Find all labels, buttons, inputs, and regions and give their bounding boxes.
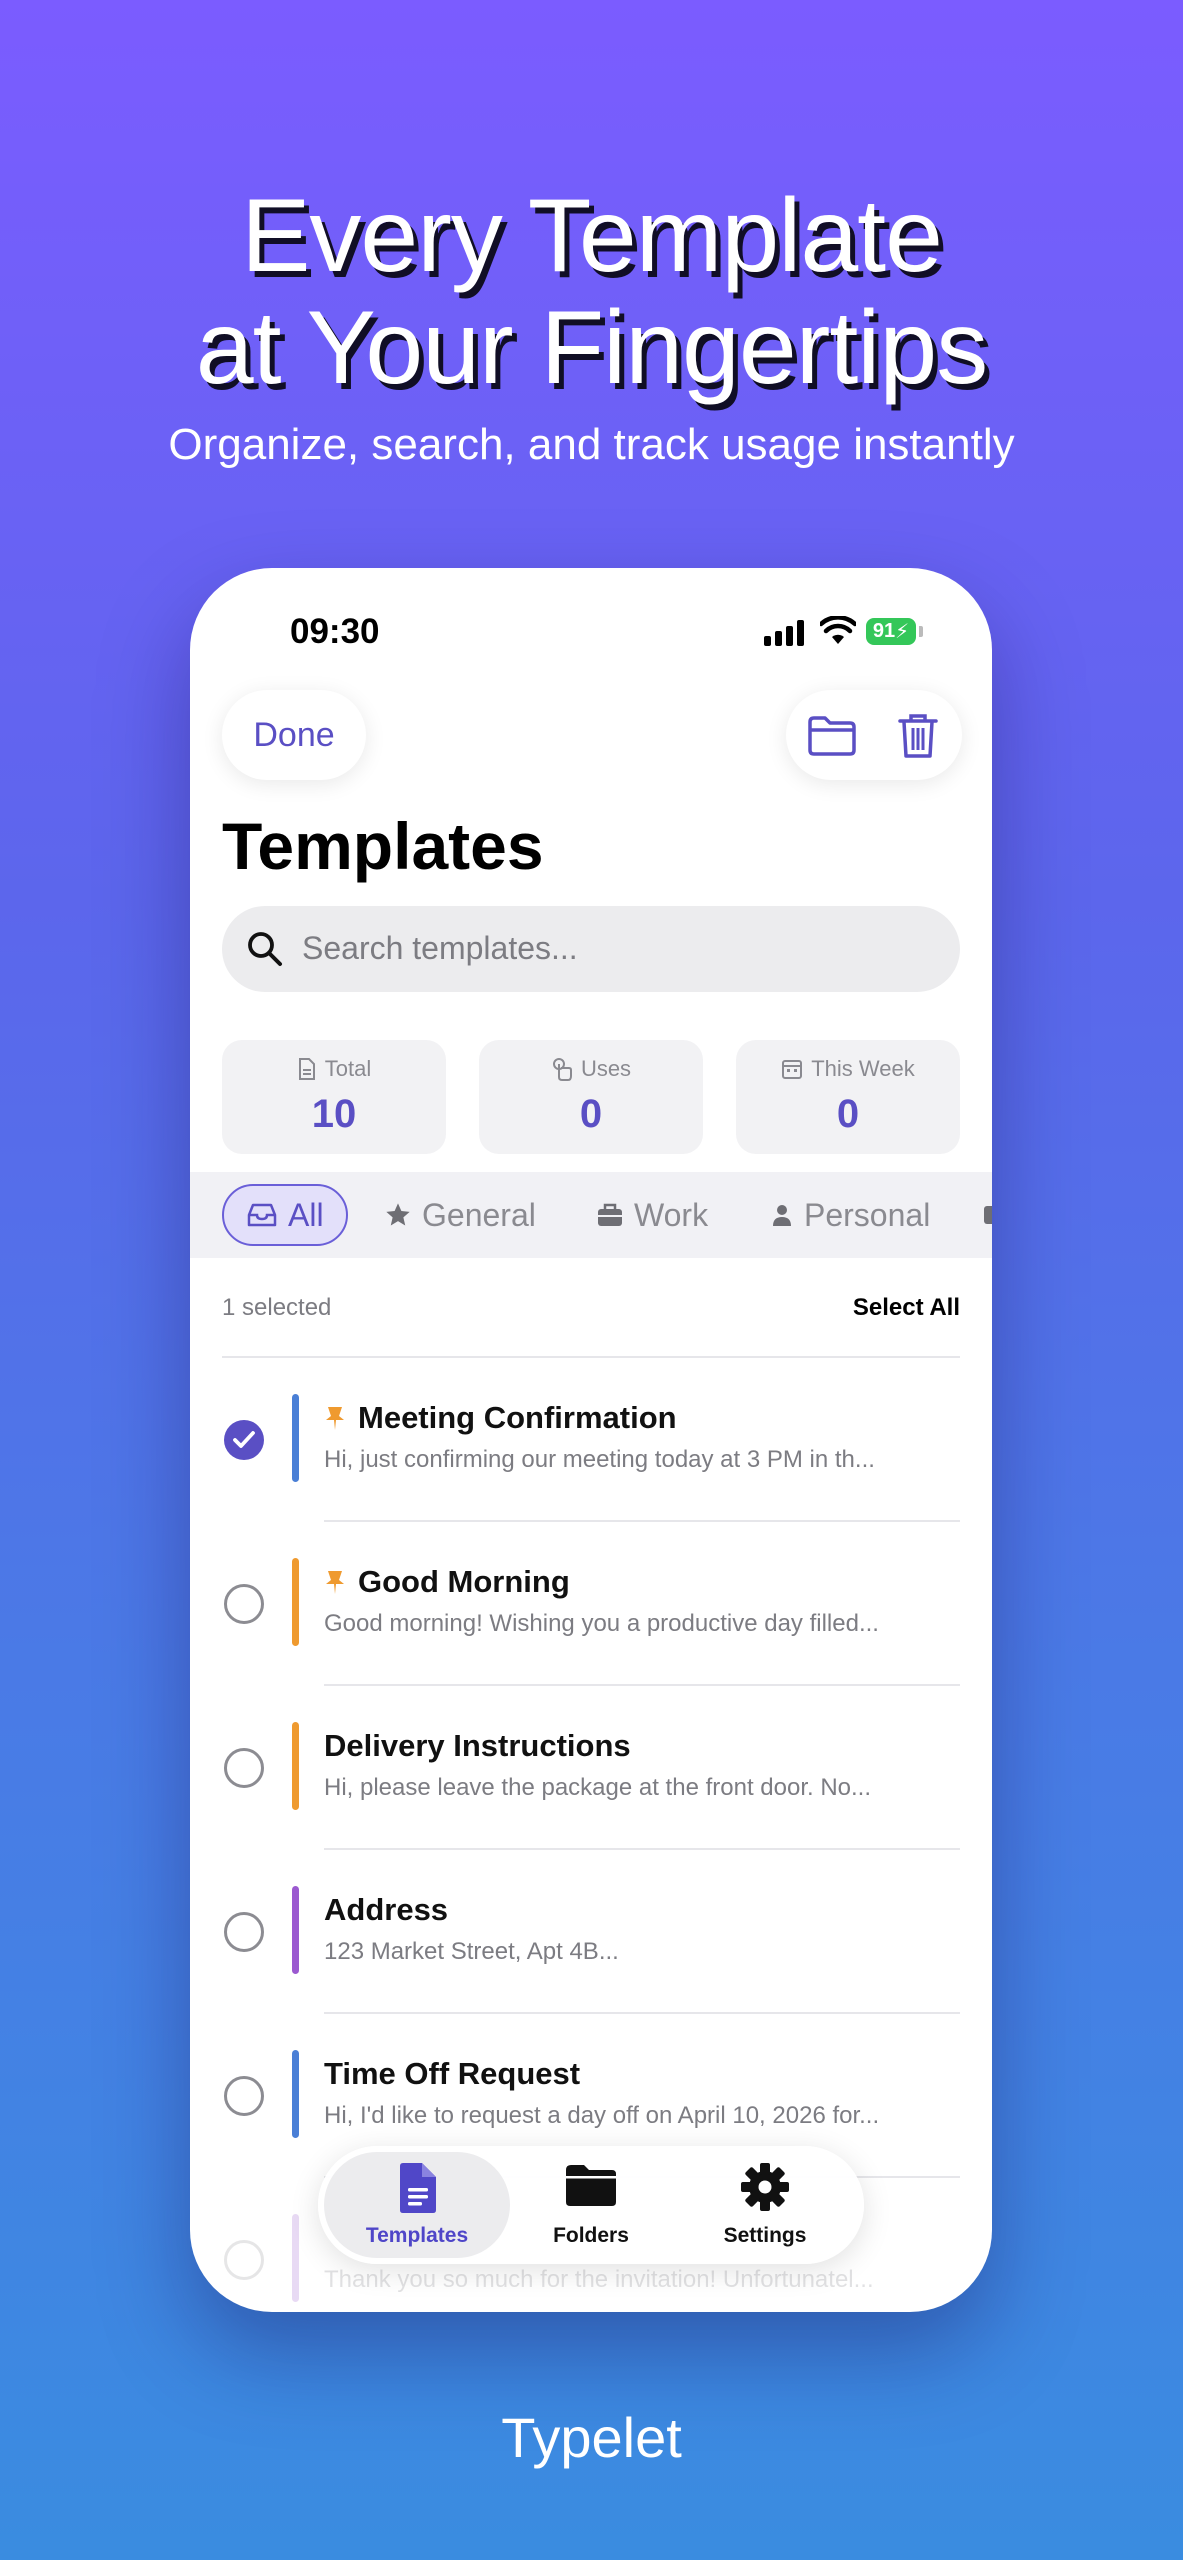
template-row[interactable]: Delivery Instructions Hi, please leave t…: [190, 1686, 992, 1850]
template-row[interactable]: Good Morning Good morning! Wishing you a…: [190, 1522, 992, 1686]
star-icon: [386, 1203, 410, 1226]
search-icon: [248, 932, 282, 966]
tab-folders[interactable]: Folders: [498, 2152, 684, 2258]
category-more-icon: [984, 1206, 992, 1224]
tab-templates[interactable]: Templates: [324, 2152, 510, 2258]
action-button-group: [786, 690, 962, 780]
stat-value: 10: [311, 1092, 357, 1136]
select-all-button[interactable]: Select All: [853, 1294, 960, 1322]
template-preview: Hi, just confirming our meeting today at…: [324, 1446, 875, 1473]
category-chip-work[interactable]: Work: [596, 1184, 708, 1246]
template-title: Good Morning: [358, 1564, 570, 1599]
stat-label: This Week: [811, 1056, 915, 1081]
selection-count: 1 selected: [222, 1294, 332, 1321]
template-preview: Hi, please leave the package at the fron…: [324, 1774, 872, 1801]
stat-card-uses: Uses 0: [479, 1040, 703, 1154]
headline-line-1: Every Template: [241, 178, 943, 294]
tap-icon: [552, 1058, 572, 1081]
brand-name: Typelet: [501, 2406, 682, 2469]
category-color-bar: [292, 1722, 299, 1810]
promo-headline: Every Template at Your Fingertips: [0, 180, 1183, 404]
template-title: Address: [324, 1892, 449, 1927]
category-label: Personal: [804, 1196, 931, 1233]
checkmark-icon: [233, 1431, 255, 1448]
category-color-bar: [292, 2050, 299, 2138]
phone-screen: 09:30 91 ⚡ Done Templates Search templat…: [190, 568, 992, 2312]
search-input[interactable]: Search templates...: [222, 906, 960, 992]
stat-card-this-week: This Week 0: [736, 1040, 960, 1154]
selection-checkbox[interactable]: [224, 2076, 264, 2116]
pin-icon: [326, 1407, 344, 1430]
selection-checkbox[interactable]: [224, 1420, 264, 1460]
folder-icon: [566, 2165, 616, 2206]
category-label: All: [288, 1196, 324, 1233]
briefcase-icon: [598, 1203, 622, 1226]
tab-label: Folders: [553, 2224, 629, 2247]
folder-icon[interactable]: [806, 710, 858, 762]
done-button[interactable]: Done: [222, 690, 366, 780]
gear-icon: [741, 2163, 789, 2211]
status-bar: 09:30 91 ⚡: [190, 568, 992, 698]
template-preview: Good morning! Wishing you a productive d…: [324, 1610, 879, 1637]
selection-checkbox[interactable]: [224, 1912, 264, 1952]
template-preview: Thank you so much for the invitation! Un…: [324, 2266, 874, 2293]
tab-settings[interactable]: Settings: [672, 2152, 858, 2258]
stat-label: Total: [324, 1056, 372, 1081]
category-label: General: [422, 1196, 536, 1233]
status-time: 09:30: [290, 612, 380, 651]
template-title: Delivery Instructions: [324, 1728, 631, 1763]
tab-label: Templates: [365, 2224, 469, 2247]
stat-value: 0: [579, 1092, 603, 1136]
document-icon: [400, 2163, 436, 2213]
category-color-bar: [292, 1394, 299, 1482]
tab-bar: Templates Folders Settings: [318, 2146, 864, 2264]
calendar-icon: [782, 1060, 803, 1079]
selection-checkbox[interactable]: [224, 1584, 264, 1624]
category-color-bar: [292, 2214, 299, 2302]
category-filter-bar: All General Work Personal: [190, 1172, 992, 1258]
headline-line-2: at Your Fingertips: [195, 290, 988, 406]
document-icon: [298, 1058, 315, 1080]
template-row[interactable]: Meeting Confirmation Hi, just confirming…: [190, 1358, 992, 1522]
wifi-icon: [820, 616, 856, 644]
template-preview: 123 Market Street, Apt 4B...: [324, 1938, 619, 1965]
cellular-signal-icon: [764, 620, 804, 646]
template-title: Meeting Confirmation: [358, 1400, 677, 1435]
category-label: Work: [634, 1196, 709, 1233]
stat-label: Uses: [580, 1056, 632, 1081]
battery-level: 91: [872, 620, 896, 642]
selection-checkbox[interactable]: [224, 2240, 264, 2280]
category-chip-more[interactable]: [982, 1184, 992, 1246]
category-color-bar: [292, 1886, 299, 1974]
category-chip-all[interactable]: All: [222, 1184, 348, 1246]
stat-card-total: Total 10: [222, 1040, 446, 1154]
stat-value: 0: [836, 1092, 860, 1136]
promo-subheadline: Organize, search, and track usage instan…: [168, 420, 1015, 469]
tray-icon: [247, 1203, 277, 1227]
category-color-bar: [292, 1558, 299, 1646]
selection-checkbox[interactable]: [224, 1748, 264, 1788]
page-title: Templates: [222, 809, 544, 883]
category-chip-personal[interactable]: Personal: [770, 1184, 930, 1246]
template-row[interactable]: Address 123 Market Street, Apt 4B...: [190, 1850, 992, 2014]
search-placeholder: Search templates...: [302, 930, 578, 966]
battery-tip: [919, 626, 923, 637]
battery-icon: 91 ⚡: [866, 618, 916, 645]
template-preview: Hi, I'd like to request a day off on Apr…: [324, 2102, 880, 2129]
tab-label: Settings: [723, 2224, 807, 2247]
person-icon: [773, 1205, 791, 1226]
trash-icon[interactable]: [892, 710, 944, 762]
category-chip-general[interactable]: General: [384, 1184, 536, 1246]
pin-icon: [326, 1571, 344, 1594]
template-title: Time Off Request: [324, 2056, 581, 2091]
